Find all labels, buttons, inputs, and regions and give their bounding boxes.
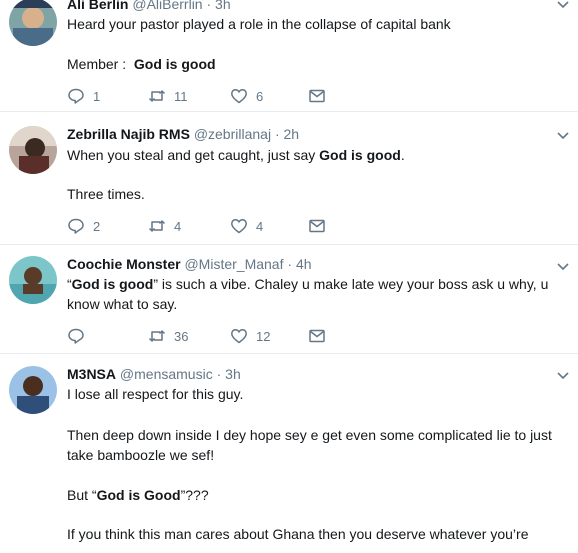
direct-message-button[interactable] xyxy=(308,326,326,346)
direct-message-button[interactable] xyxy=(308,216,326,236)
tweet-text: I lose all respect for this guy. xyxy=(67,386,244,402)
retweet-count: 4 xyxy=(174,218,182,234)
avatar[interactable] xyxy=(9,366,57,414)
retweet-icon xyxy=(148,330,166,342)
tweet-actions: 36 12 xyxy=(67,326,367,346)
reply-count: 1 xyxy=(93,88,101,104)
retweet-count: 36 xyxy=(174,328,189,344)
like-button[interactable]: 4 xyxy=(230,216,263,236)
reply-button[interactable]: 1 xyxy=(67,86,100,106)
text-segment: ” is such a vibe. Chaley u make late wey… xyxy=(153,276,549,292)
retweet-icon xyxy=(148,220,166,232)
tweet-text: Three times. xyxy=(67,186,145,202)
reply-icon xyxy=(68,218,84,234)
tweet-text-member: Member : God is good xyxy=(67,54,216,74)
tweet-text: know what to say. xyxy=(67,296,178,312)
text-segment: When you steal and get caught, just say xyxy=(67,147,320,163)
timestamp[interactable]: 2h xyxy=(284,126,300,142)
chevron-down-icon[interactable] xyxy=(556,0,570,12)
like-button[interactable]: 12 xyxy=(230,326,270,346)
tweet-m3nsa[interactable]: M3NSA @mensamusic · 3h I lose all respec… xyxy=(0,353,578,553)
chevron-down-icon[interactable] xyxy=(556,260,570,274)
user-handle[interactable]: @zebrillanaj xyxy=(194,126,271,142)
like-icon xyxy=(231,219,247,234)
text-segment: . xyxy=(400,147,405,163)
bold-phrase: God is good xyxy=(71,276,154,292)
timestamp[interactable]: 4h xyxy=(296,256,312,272)
reply-button[interactable]: 2 xyxy=(67,216,100,236)
tweet-coochie-monster[interactable]: Coochie Monster @Mister_Manaf · 4h “God … xyxy=(0,244,578,354)
like-count: 6 xyxy=(256,88,264,104)
retweet-button[interactable]: 36 xyxy=(148,326,188,346)
direct-message-icon xyxy=(309,329,325,343)
like-count: 4 xyxy=(256,218,264,234)
bold-phrase: God is Good xyxy=(96,487,181,503)
tweet-actions: 1 11 6 xyxy=(67,86,367,106)
direct-message-icon xyxy=(309,89,325,103)
tweet-header: Ali Berlin @AliBerrlin · 3h xyxy=(67,0,231,12)
tweet-text: But “God is Good”??? xyxy=(67,485,209,505)
direct-message-icon xyxy=(309,219,325,233)
reply-icon xyxy=(68,328,84,344)
text-segment: But “ xyxy=(67,487,97,503)
retweet-icon xyxy=(148,90,166,102)
retweet-button[interactable]: 11 xyxy=(148,86,188,106)
tweet-ali-berlin[interactable]: Ali Berlin @AliBerrlin · 3h Heard your p… xyxy=(0,0,578,112)
tweet-header: M3NSA @mensamusic · 3h xyxy=(67,366,241,382)
timestamp[interactable]: 3h xyxy=(225,366,241,382)
display-name[interactable]: Ali Berlin xyxy=(67,0,128,12)
user-handle[interactable]: @Mister_Manaf xyxy=(184,256,283,272)
user-handle[interactable]: @AliBerrlin xyxy=(132,0,202,12)
reply-count: 2 xyxy=(93,218,101,234)
display-name[interactable]: Zebrilla Najib RMS xyxy=(67,126,190,142)
tweet-text: When you steal and get caught, just say … xyxy=(67,145,405,165)
reply-button[interactable] xyxy=(67,326,93,346)
separator-dot: · xyxy=(274,126,280,142)
avatar[interactable] xyxy=(9,126,57,174)
separator-dot: · xyxy=(216,366,222,382)
timestamp[interactable]: 3h xyxy=(215,0,231,12)
avatar[interactable] xyxy=(9,0,57,46)
display-name[interactable]: M3NSA xyxy=(67,366,116,382)
separator-dot: · xyxy=(206,0,212,12)
tweet-text: Heard your pastor played a role in the c… xyxy=(67,16,451,32)
user-handle[interactable]: @mensamusic xyxy=(120,366,213,382)
direct-message-button[interactable] xyxy=(308,86,326,106)
tweet-header: Zebrilla Najib RMS @zebrillanaj · 2h xyxy=(67,126,299,142)
separator-dot: · xyxy=(287,256,293,272)
tweet-text: “God is good” is such a vibe. Chaley u m… xyxy=(67,274,548,294)
text-segment: ”??? xyxy=(180,487,209,503)
like-count: 12 xyxy=(256,328,271,344)
tweet-text: Then deep down inside I dey hope sey e g… xyxy=(67,427,552,443)
bold-phrase: God is good xyxy=(133,56,216,72)
chevron-down-icon[interactable] xyxy=(556,369,570,383)
tweet-actions: 2 4 4 xyxy=(67,216,367,236)
reply-icon xyxy=(68,88,84,104)
retweet-count: 11 xyxy=(174,88,188,104)
chevron-down-icon[interactable] xyxy=(556,129,570,143)
retweet-button[interactable]: 4 xyxy=(148,216,181,236)
like-icon xyxy=(231,89,247,104)
like-icon xyxy=(231,329,247,344)
member-label: Member : xyxy=(67,56,127,72)
bold-phrase: God is good xyxy=(319,147,401,163)
tweet-header: Coochie Monster @Mister_Manaf · 4h xyxy=(67,256,312,272)
tweet-text: If you think this man cares about Ghana … xyxy=(67,526,529,542)
avatar[interactable] xyxy=(9,256,57,304)
display-name[interactable]: Coochie Monster xyxy=(67,256,181,272)
tweet-zebrilla-najib[interactable]: Zebrilla Najib RMS @zebrillanaj · 2h Whe… xyxy=(0,111,578,245)
tweet-text: take bamboozle we sef! xyxy=(67,447,215,463)
like-button[interactable]: 6 xyxy=(230,86,263,106)
